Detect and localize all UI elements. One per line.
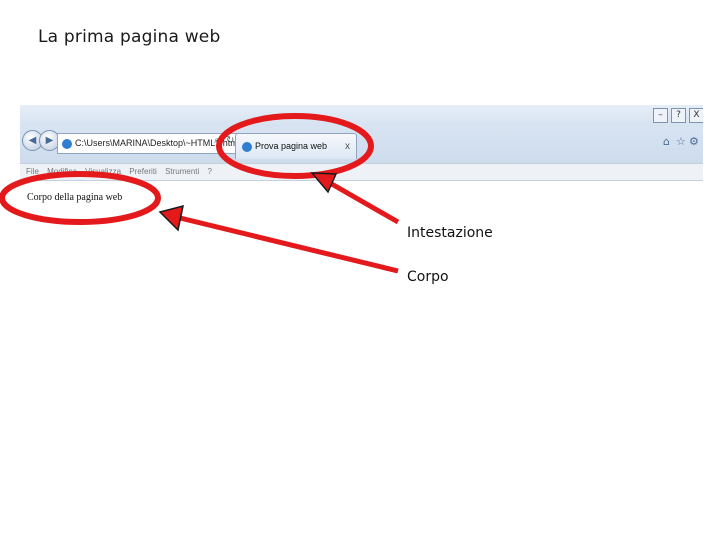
address-bar[interactable]: C:\Users\MARINA\Desktop\~HTML1.html — [57, 133, 239, 154]
body-label: Corpo — [407, 269, 449, 285]
menu-item-preferiti[interactable]: Preferiti — [129, 167, 157, 176]
refresh-icon[interactable]: ↻ — [226, 135, 234, 146]
browser-chrome: – ? X ◀ ▶ C:\Users\MARINA\Desktop\~HTML1… — [20, 105, 703, 163]
home-icon[interactable]: ⌂ — [663, 135, 670, 148]
help-button[interactable]: ? — [671, 108, 686, 123]
tab-close-icon[interactable]: x — [345, 134, 350, 159]
body-arrow-line — [179, 215, 399, 274]
gear-icon[interactable]: ⚙ — [689, 135, 699, 148]
close-window-button[interactable]: X — [689, 108, 703, 123]
tab-favicon-icon — [242, 141, 252, 152]
search-icon[interactable]: ⌕ — [214, 135, 220, 146]
minimize-button[interactable]: – — [653, 108, 668, 123]
page-body-text: Corpo della pagina web — [27, 192, 123, 203]
menu-item-strumenti[interactable]: Strumenti — [165, 167, 199, 176]
annotation-overlay — [0, 113, 400, 274]
tab-title: Prova pagina web — [255, 141, 328, 151]
title-bar — [20, 105, 703, 127]
menu-bar: File Modifica Visualizza Preferiti Strum… — [20, 163, 703, 181]
slide-title: La prima pagina web — [38, 27, 221, 47]
heading-label: Intestazione — [407, 225, 493, 241]
browser-screenshot: – ? X ◀ ▶ C:\Users\MARINA\Desktop\~HTML1… — [20, 105, 703, 209]
page-favicon-icon — [62, 138, 72, 149]
menu-item-visualizza[interactable]: Visualizza — [85, 167, 121, 176]
menu-item-modifica[interactable]: Modifica — [47, 167, 77, 176]
body-arrowhead-icon — [158, 204, 184, 232]
menu-item-file[interactable]: File — [26, 167, 39, 176]
menu-item-help[interactable]: ? — [208, 167, 212, 176]
favorites-icon[interactable]: ☆ — [676, 135, 686, 148]
tab-prova-pagina-web[interactable]: Prova pagina web x — [235, 133, 357, 159]
